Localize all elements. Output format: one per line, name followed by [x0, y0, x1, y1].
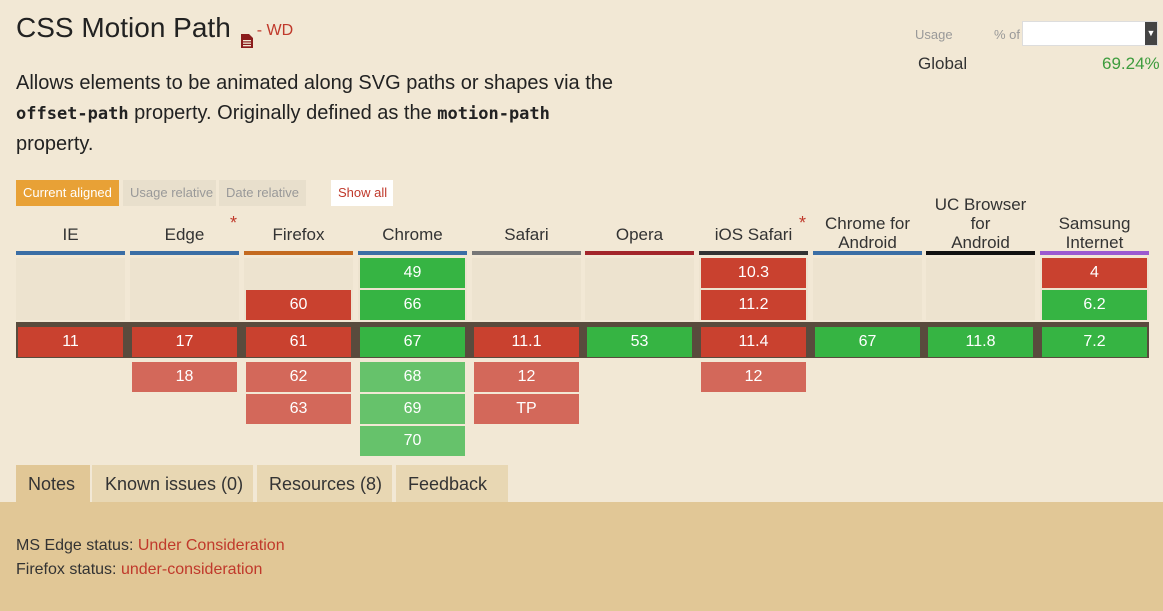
version-cell[interactable]: 67	[815, 327, 920, 357]
column-background	[926, 258, 1035, 320]
browser-name: Chrome	[382, 225, 443, 244]
version-cell[interactable]: 18	[132, 362, 237, 392]
notes-asterisk[interactable]: *	[799, 213, 806, 234]
version-cell[interactable]: 11	[18, 327, 123, 357]
column-background	[130, 258, 239, 320]
global-usage-value: 69.24%	[1102, 54, 1160, 73]
version-cell[interactable]: 62	[246, 362, 351, 392]
notes-panel: MS Edge status: Under Consideration Fire…	[0, 502, 1163, 611]
column-background	[16, 258, 125, 320]
browser-header-uc-browser-for-android[interactable]: UC Browser for Android	[926, 195, 1035, 252]
version-cell[interactable]: 11.2	[701, 290, 806, 320]
tab-feedback[interactable]: Feedback	[396, 465, 508, 502]
page-title: CSS Motion Path - WD	[16, 12, 293, 48]
desc-text-1: Allows elements to be animated along SVG…	[16, 72, 614, 94]
version-cell[interactable]: 67	[360, 327, 465, 357]
desc-text-3: property.	[16, 133, 94, 155]
browser-name: Chrome for	[824, 214, 911, 233]
version-cell[interactable]: 11.1	[474, 327, 579, 357]
show-all-button[interactable]: Show all	[331, 180, 393, 206]
desc-code-1: offset-path	[16, 104, 129, 124]
version-cell[interactable]: 12	[701, 362, 806, 392]
browser-header-firefox[interactable]: Firefox	[244, 212, 353, 252]
browser-color-bar	[585, 251, 694, 255]
version-cell[interactable]: 12	[474, 362, 579, 392]
version-cell[interactable]: 63	[246, 394, 351, 424]
version-cell[interactable]: 11.4	[701, 327, 806, 357]
version-cell[interactable]: 11.8	[928, 327, 1033, 357]
browser-color-bar	[244, 251, 353, 255]
browser-color-bar	[813, 251, 922, 255]
document-icon[interactable]	[240, 23, 253, 48]
browser-header-safari[interactable]: Safari	[472, 212, 581, 252]
version-cell[interactable]: 69	[360, 394, 465, 424]
version-cell[interactable]: TP	[474, 394, 579, 424]
edge-status-label: MS Edge status:	[16, 537, 134, 554]
browser-name: IE	[62, 225, 79, 244]
usage-label: Usage	[915, 27, 953, 42]
region-select[interactable]: ▼	[1022, 21, 1158, 46]
tab-known-issues[interactable]: Known issues (0)	[92, 465, 253, 502]
browser-color-bar	[130, 251, 239, 255]
browser-header-edge[interactable]: Edge	[130, 212, 239, 252]
browser-header-chrome[interactable]: Chrome	[358, 212, 467, 252]
browser-name-line2: Internet	[1065, 233, 1124, 252]
browser-color-bar	[16, 251, 125, 255]
usage-relative-button[interactable]: Usage relative	[123, 180, 216, 206]
version-cell[interactable]: 53	[587, 327, 692, 357]
browser-name: Safari	[504, 225, 549, 244]
browser-header-chrome-for-android[interactable]: Chrome for Android	[813, 212, 922, 252]
browser-name: iOS Safari	[714, 225, 793, 244]
browser-name: Opera	[615, 225, 664, 244]
browser-color-bar	[699, 251, 808, 255]
version-cell[interactable]: 68	[360, 362, 465, 392]
firefox-status-label: Firefox status:	[16, 561, 117, 578]
browser-name: UC Browser for	[934, 195, 1027, 233]
select-arrow-icon[interactable]: ▼	[1145, 22, 1157, 45]
browser-header-ie[interactable]: IE	[16, 212, 125, 252]
firefox-status-line: Firefox status: under-consideration	[16, 561, 262, 579]
desc-code-2: motion-path	[437, 104, 550, 124]
global-label: Global	[918, 54, 968, 73]
current-aligned-button[interactable]: Current aligned	[16, 180, 119, 206]
version-cell[interactable]: 66	[360, 290, 465, 320]
column-background	[472, 258, 581, 320]
browser-name: Edge	[164, 225, 205, 244]
version-cell[interactable]: 17	[132, 327, 237, 357]
browser-name: Samsung	[1058, 214, 1131, 233]
version-cell[interactable]: 70	[360, 426, 465, 456]
browser-header-opera[interactable]: Opera	[585, 212, 694, 252]
version-cell[interactable]: 7.2	[1042, 327, 1147, 357]
version-cell[interactable]: 6.2	[1042, 290, 1147, 320]
title-text: CSS Motion Path	[16, 12, 231, 43]
version-cell[interactable]: 60	[246, 290, 351, 320]
edge-status-link[interactable]: Under Consideration	[138, 537, 285, 554]
browser-color-bar	[1040, 251, 1149, 255]
desc-text-2: property. Originally defined as the	[134, 102, 432, 124]
browser-name-line2: Android	[951, 233, 1010, 252]
version-cell[interactable]: 61	[246, 327, 351, 357]
browser-color-bar	[472, 251, 581, 255]
date-relative-button[interactable]: Date relative	[219, 180, 306, 206]
version-cell[interactable]: 10.3	[701, 258, 806, 288]
browser-color-bar	[358, 251, 467, 255]
firefox-status-link[interactable]: under-consideration	[121, 561, 262, 578]
notes-asterisk[interactable]: *	[230, 213, 237, 234]
browser-color-bar	[926, 251, 1035, 255]
browser-name: Firefox	[272, 225, 325, 244]
version-cell[interactable]: 4	[1042, 258, 1147, 288]
browser-header-samsung-internet[interactable]: Samsung Internet	[1040, 212, 1149, 252]
percent-of-label: % of	[994, 27, 1021, 42]
tab-resources[interactable]: Resources (8)	[257, 465, 392, 502]
feature-description: Allows elements to be animated along SVG…	[16, 68, 616, 159]
version-cell[interactable]: 49	[360, 258, 465, 288]
column-background	[813, 258, 922, 320]
tab-notes[interactable]: Notes	[16, 465, 90, 502]
spec-status[interactable]: - WD	[257, 22, 293, 40]
column-background	[585, 258, 694, 320]
browser-name-line2: Android	[838, 233, 897, 252]
edge-status-line: MS Edge status: Under Consideration	[16, 537, 285, 555]
browser-header-ios-safari[interactable]: iOS Safari	[699, 212, 808, 252]
